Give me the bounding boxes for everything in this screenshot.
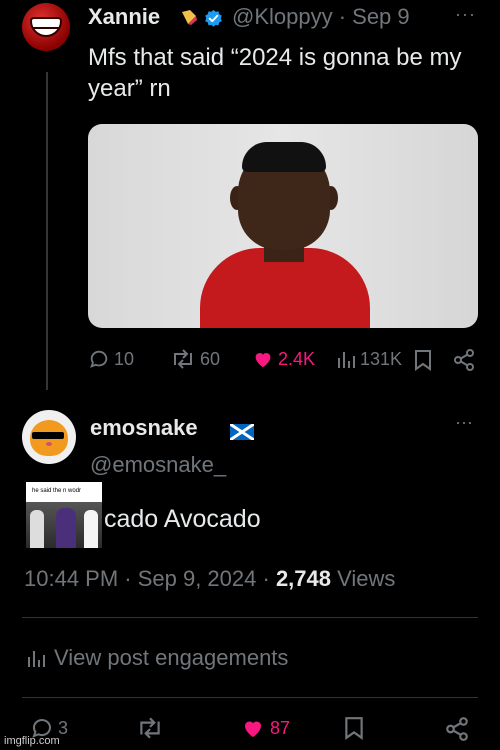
engagements-label: View post engagements: [54, 645, 289, 670]
bookmark-icon[interactable]: [344, 716, 364, 740]
like-button[interactable]: 2.4K: [252, 348, 315, 370]
handle-emosnake[interactable]: @emosnake_: [90, 452, 226, 478]
views-icon: [338, 352, 355, 368]
meme-caption: he said the n wodr: [32, 488, 82, 494]
reply-icon: [90, 350, 108, 368]
more-options-button-2[interactable]: ···: [455, 412, 473, 433]
imgflip-watermark: imgflip.com: [4, 735, 60, 747]
repost-icon[interactable]: [136, 716, 164, 740]
repost-count: 60: [200, 348, 221, 369]
verified-icon: [205, 9, 222, 27]
time-date[interactable]: 10:44 PM · Sep 9, 2024 ·: [24, 566, 276, 591]
like-button-2[interactable]: 87: [240, 716, 290, 740]
repost-icon: [174, 349, 192, 369]
display-name-emosnake[interactable]: emosnake: [90, 415, 198, 441]
views-button[interactable]: 131K: [336, 348, 402, 370]
avatar-xannie[interactable]: [22, 3, 70, 51]
avatar-emosnake[interactable]: [22, 410, 76, 464]
reply-count: 10: [114, 348, 135, 369]
reply-button[interactable]: 10: [88, 348, 134, 370]
like-icon: [255, 353, 271, 368]
divider: [22, 617, 478, 618]
post-image[interactable]: [88, 124, 478, 328]
like-icon: [245, 721, 261, 737]
views-count: 131K: [360, 348, 403, 369]
view-engagements-link[interactable]: View post engagements: [26, 645, 288, 671]
action-bar: 10 60 2.4K 131K: [0, 348, 500, 378]
display-name-xannie[interactable]: Xannie: [88, 4, 160, 30]
thread-line: [46, 72, 48, 390]
like-count-2: 87: [270, 717, 291, 738]
share-icon[interactable]: [444, 716, 470, 742]
analytics-icon: [28, 651, 45, 667]
handle-date-xannie[interactable]: @Kloppyy · Sep 9: [232, 4, 410, 30]
post-text-2: cado Avocado: [104, 505, 261, 533]
views-label: Views: [331, 566, 396, 591]
share-icon[interactable]: [452, 348, 476, 372]
emoji-badge-icon: [182, 10, 197, 25]
more-options-button[interactable]: ···: [455, 4, 476, 25]
meme-overlay-image: he said the n wodr: [26, 482, 102, 548]
views-total: 2,748: [275, 566, 331, 591]
scotland-flag-icon: [230, 424, 254, 440]
post-text: Mfs that said “2024 is gonna be my year”…: [88, 44, 462, 102]
bookmark-icon[interactable]: [414, 349, 432, 371]
like-count: 2.4K: [278, 348, 316, 369]
post-timestamp: 10:44 PM · Sep 9, 2024 · 2,748 Views: [24, 566, 395, 592]
repost-button[interactable]: 60: [170, 348, 220, 370]
divider: [22, 697, 478, 698]
